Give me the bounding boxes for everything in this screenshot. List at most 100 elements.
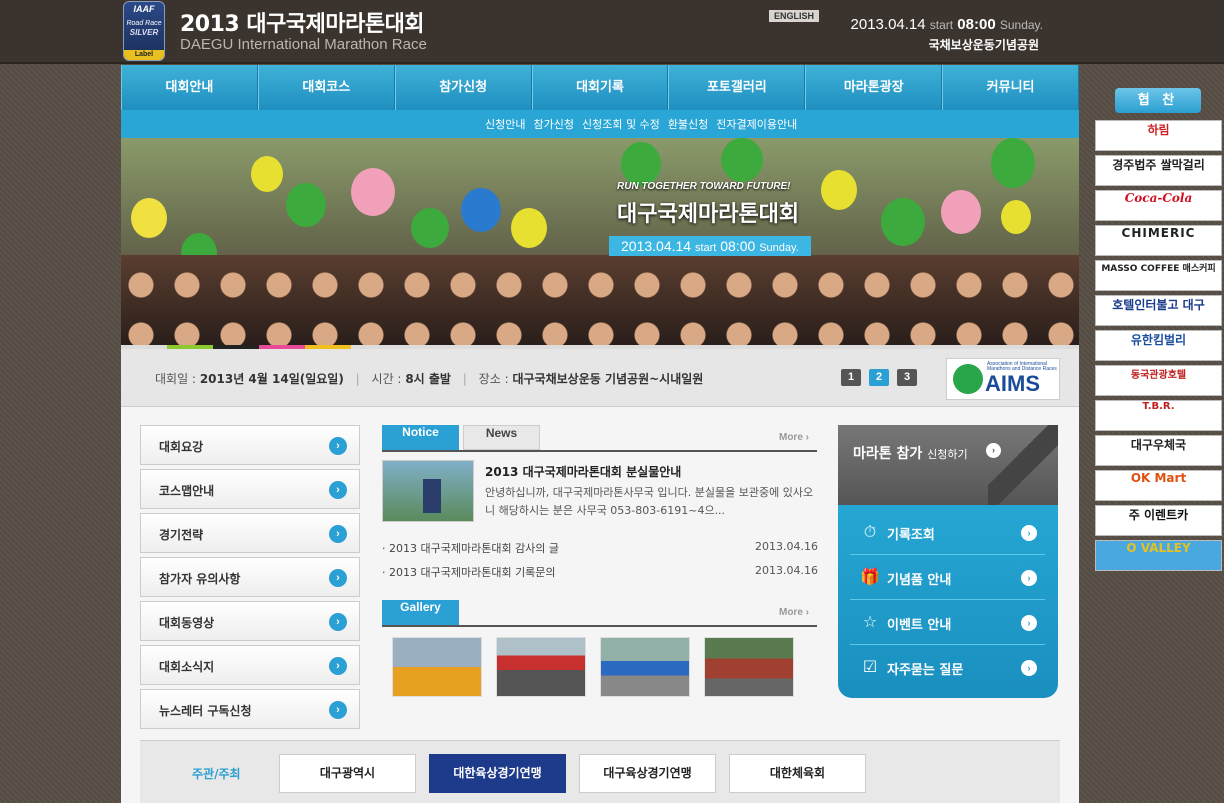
site-title[interactable]: 2013 대구국제마라톤대회	[180, 6, 425, 38]
balloon	[881, 198, 925, 246]
subnav-item-guide[interactable]: 신청안내	[485, 116, 525, 132]
balloon	[411, 208, 449, 248]
arrow-right-icon: ›	[1021, 570, 1037, 586]
balloon	[286, 183, 326, 227]
sponsor-logo[interactable]: T.B.R.	[1095, 400, 1222, 431]
side-link-records[interactable]: ⏱ 기록조회 ›	[850, 511, 1045, 555]
runners-crowd	[121, 255, 1079, 345]
banner-page-2[interactable]: 2	[869, 369, 889, 386]
sponsor-logo[interactable]: MASSO COFFEE 매스커피	[1095, 260, 1222, 291]
runner-silhouette	[988, 425, 1058, 505]
arrow-right-icon: ›	[1021, 615, 1037, 631]
notice-feature-title[interactable]: 2013 대구국제마라톤대회 분실물안내	[485, 463, 681, 480]
gallery-thumbnail[interactable]	[704, 637, 794, 697]
notice-feature-summary: 안녕하십니까, 대구국제마라톤사무국 입니다. 분실물을 보관중에 있사오니 해…	[485, 486, 814, 517]
subnav-item-lookup[interactable]: 신청조회 및 수정	[582, 116, 660, 132]
tab-news[interactable]: News	[463, 425, 540, 450]
main-nav: 대회안내 대회코스 참가신청 대회기록 포토갤러리 마라톤광장 커뮤니티	[121, 65, 1080, 110]
side-link-event[interactable]: ☆ 이벤트 안내 ›	[850, 601, 1045, 645]
nav-item-community[interactable]: 커뮤니티	[942, 65, 1080, 110]
subnav-item-refund[interactable]: 환불신청	[668, 116, 708, 132]
sub-nav: 신청안내 참가신청 신청조회 및 수정 환불신청 전자결제이용안내	[121, 110, 1079, 138]
arrow-right-icon: ›	[329, 657, 347, 675]
gift-icon: 🎁	[860, 567, 880, 586]
arrow-right-icon: ›	[1021, 525, 1037, 541]
nav-item-about[interactable]: 대회안내	[121, 65, 258, 110]
header-date: 2013.04.14 start 08:00 Sunday.	[850, 16, 1043, 33]
site-subtitle: DAEGU International Marathon Race	[180, 36, 427, 53]
list-item[interactable]: · 2013 대구국제마라톤대회 감사의 글 2013.04.16	[382, 540, 818, 556]
left-menu-item[interactable]: 참가자 유의사항 ›	[140, 557, 360, 597]
balloon	[251, 156, 283, 192]
organizer-logo[interactable]: 대한체육회	[729, 754, 866, 793]
gallery-tabs: Gallery More ›	[382, 600, 817, 627]
balloon	[991, 138, 1035, 188]
gallery-more-link[interactable]: More ›	[779, 607, 809, 618]
gallery-thumbnail[interactable]	[600, 637, 690, 697]
list-item[interactable]: · 2013 대구국제마라톤대회 기록문의 2013.04.16	[382, 564, 818, 580]
sponsor-logo[interactable]: 호텔인터불고 대구	[1095, 295, 1222, 326]
balloon	[941, 190, 981, 234]
organizers-label: 주관/주최	[192, 767, 241, 781]
gallery-thumbnail[interactable]	[496, 637, 586, 697]
content-area: 대회요강 › 코스맵안내 › 경기전략 › 참가자 유의사항 › 대회동영상 › 대회소식…	[121, 407, 1079, 803]
event-info-text: 대회일 : 2013년 4월 14일(일요일) | 시간 : 8시 출발 | 장…	[155, 372, 704, 386]
left-menu-item[interactable]: 코스맵안내 ›	[140, 469, 360, 509]
sponsor-logo[interactable]: 대구우체국	[1095, 435, 1222, 466]
nav-item-registration[interactable]: 참가신청	[394, 65, 532, 110]
arrow-right-icon: ›	[329, 569, 347, 587]
banner-slogan: RUN TOGETHER TOWARD FUTURE!	[617, 181, 791, 192]
sponsor-logo[interactable]: O VALLEY	[1095, 540, 1222, 571]
aims-logo[interactable]: Association of International Marathons a…	[946, 358, 1060, 400]
notice-more-link[interactable]: More ›	[779, 432, 809, 443]
board-tabs: Notice News More ›	[382, 425, 817, 452]
cooperation-header: 협 찬	[1115, 88, 1201, 113]
left-menu-item[interactable]: 경기전략 ›	[140, 513, 360, 553]
sponsor-logo[interactable]: OK Mart	[1095, 470, 1222, 501]
nav-item-records[interactable]: 대회기록	[531, 65, 669, 110]
english-button[interactable]: ENGLISH	[769, 10, 820, 22]
banner-page-1[interactable]: 1	[841, 369, 861, 386]
nav-item-marathon-plaza[interactable]: 마라톤광장	[805, 65, 943, 110]
sponsor-logo[interactable]: Coca-Cola	[1095, 190, 1222, 221]
banner-date: 2013.04.14 start 08:00 Sunday.	[609, 236, 811, 256]
main-banner: RUN TOGETHER TOWARD FUTURE! 대구국제마라톤대회 20…	[121, 138, 1079, 345]
balloon	[511, 208, 547, 248]
sponsor-logo[interactable]: 주 이렌트카	[1095, 505, 1222, 536]
organizer-logo[interactable]: 대한육상경기연맹	[429, 754, 566, 793]
left-menu: 대회요강 › 코스맵안내 › 경기전략 › 참가자 유의사항 › 대회동영상 › 대회소식…	[140, 425, 360, 733]
notice-thumbnail[interactable]	[382, 460, 474, 522]
left-menu-item[interactable]: 대회소식지 ›	[140, 645, 360, 685]
banner-page-3[interactable]: 3	[897, 369, 917, 386]
header-place: 국채보상운동기념공원	[928, 38, 1039, 52]
balloon	[461, 188, 501, 232]
event-info-bar: 대회일 : 2013년 4월 14일(일요일) | 시간 : 8시 출발 | 장…	[121, 349, 1079, 407]
nav-item-photo-gallery[interactable]: 포토갤러리	[668, 65, 806, 110]
sponsor-list: 하림 경주법주 쌀막걸리 Coca-Cola CHIMERIC MASSO CO…	[1095, 120, 1222, 575]
side-link-souvenir[interactable]: 🎁 기념품 안내 ›	[850, 556, 1045, 600]
side-link-faq[interactable]: ☑ 자주묻는 질문 ›	[850, 646, 1045, 690]
banner-title: 대구국제마라톤대회	[617, 202, 800, 227]
tab-notice[interactable]: Notice	[382, 425, 459, 450]
sponsor-logo[interactable]: 경주법주 쌀막걸리	[1095, 155, 1222, 186]
arrow-right-icon: ›	[329, 525, 347, 543]
left-menu-item[interactable]: 대회요강 ›	[140, 425, 360, 465]
arrow-right-icon: ›	[1021, 660, 1037, 676]
organizer-logo[interactable]: 대구광역시	[279, 754, 416, 793]
marathon-apply-panel: 마라톤 참가 신청하기 › ⏱ 기록조회 › 🎁 기념품 안내 › ☆ 이벤트 안내 › ☑…	[838, 425, 1058, 698]
sponsor-logo[interactable]: 동국관광호텔	[1095, 365, 1222, 396]
apply-banner[interactable]: 마라톤 참가 신청하기 ›	[838, 425, 1058, 505]
tab-gallery[interactable]: Gallery	[382, 600, 459, 625]
sponsor-logo[interactable]: 하림	[1095, 120, 1222, 151]
organizer-logo[interactable]: 대구육상경기연맹	[579, 754, 716, 793]
sponsor-logo[interactable]: 유한킴벌리	[1095, 330, 1222, 361]
subnav-item-apply[interactable]: 참가신청	[533, 116, 573, 132]
sponsor-logo[interactable]: CHIMERIC	[1095, 225, 1222, 256]
checkbox-icon: ☑	[862, 657, 878, 676]
left-menu-item[interactable]: 뉴스레터 구독신청 ›	[140, 689, 360, 729]
gallery-thumbnail[interactable]	[392, 637, 482, 697]
left-menu-item[interactable]: 대회동영상 ›	[140, 601, 360, 641]
subnav-item-epayment[interactable]: 전자결제이용안내	[716, 116, 797, 132]
iaaf-silver-label-logo[interactable]: IAAF Road Race SILVER Label	[123, 1, 165, 61]
nav-item-course[interactable]: 대회코스	[257, 65, 395, 110]
